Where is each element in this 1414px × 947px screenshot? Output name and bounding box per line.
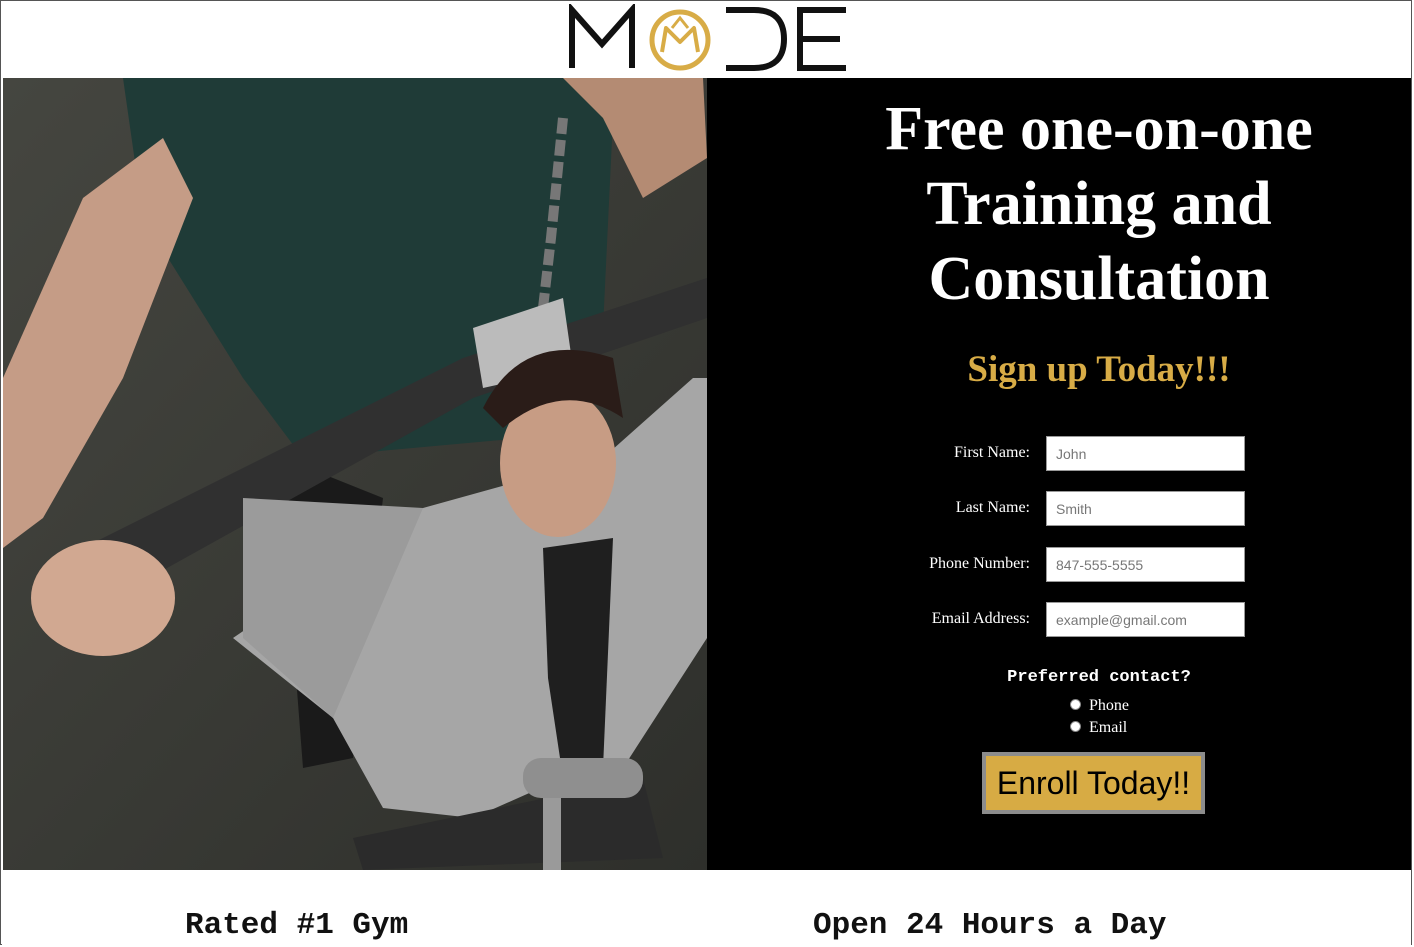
phone-row: Phone Number:: [707, 547, 1411, 583]
site-header: [2, 2, 1411, 78]
email-radio[interactable]: [1070, 721, 1081, 732]
email-row: Email Address:: [707, 602, 1411, 638]
phone-radio-label: Phone: [1089, 697, 1129, 714]
feature-rated-gym: Rated #1 Gym: [185, 908, 409, 943]
email-input[interactable]: [1046, 602, 1245, 637]
email-label: Email Address:: [931, 610, 1030, 627]
features-section: Rated #1 Gym Open 24 Hours a Day: [2, 870, 1411, 945]
signup-panel: Free one-on-one Training and Consultatio…: [707, 78, 1411, 870]
first-name-row: First Name:: [707, 436, 1411, 472]
hero-photo: [3, 78, 707, 870]
signup-subtitle: Sign up Today!!!: [967, 349, 1231, 390]
hero-title: Free one-on-one Training and Consultatio…: [885, 95, 1313, 313]
preferred-contact-label: Preferred contact?: [1007, 668, 1191, 687]
mode-logo[interactable]: [568, 4, 850, 74]
gym-training-photo: [3, 78, 707, 870]
feature-open-24-hours: Open 24 Hours a Day: [813, 908, 1167, 943]
first-name-label: First Name:: [954, 444, 1030, 461]
first-name-input[interactable]: [1046, 436, 1245, 471]
email-radio-label: Email: [1089, 719, 1128, 736]
last-name-row: Last Name:: [707, 491, 1411, 527]
last-name-input[interactable]: [1046, 491, 1245, 526]
phone-input[interactable]: [1046, 547, 1245, 582]
phone-radio[interactable]: [1070, 699, 1081, 710]
last-name-label: Last Name:: [955, 499, 1030, 516]
phone-label: Phone Number:: [929, 555, 1030, 572]
enroll-button[interactable]: Enroll Today!!: [982, 752, 1205, 814]
